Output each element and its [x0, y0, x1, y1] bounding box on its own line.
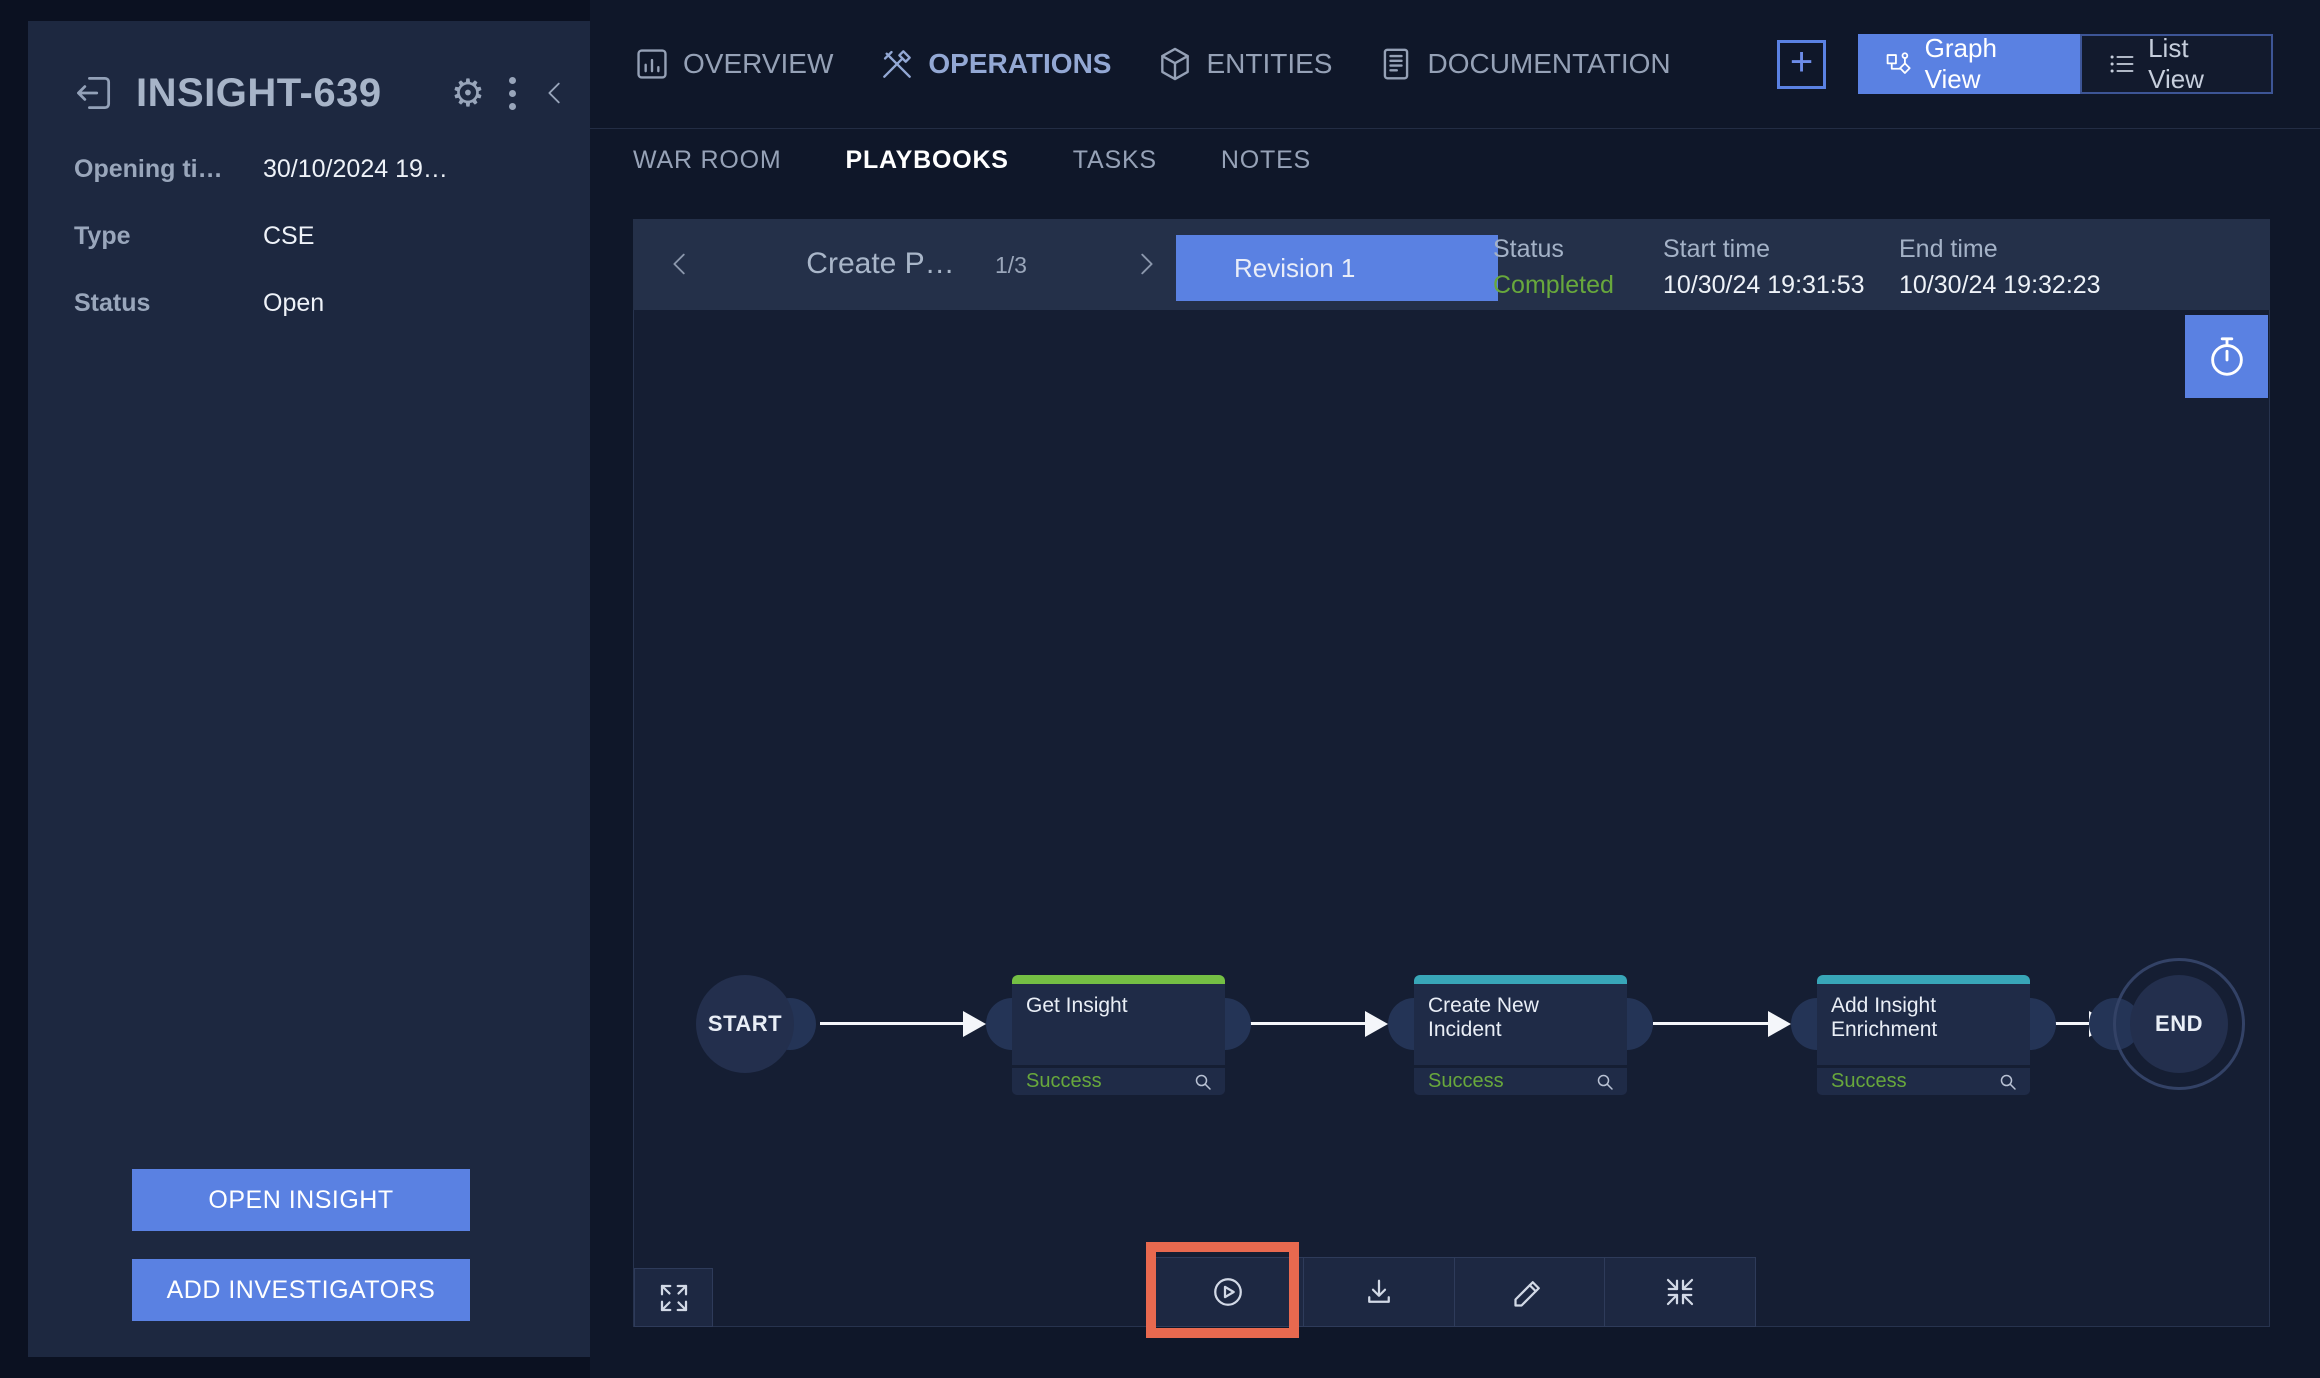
collapse-icon [1662, 1274, 1698, 1310]
playbook-header: Create P… 1/3 Revision 1 Status Complete… [633, 219, 2270, 310]
tab-tasks[interactable]: TASKS [1073, 146, 1157, 175]
bar-chart-icon [633, 45, 671, 83]
sub-nav: WAR ROOM PLAYBOOKS TASKS NOTES [590, 129, 2320, 191]
graph-view-icon [1884, 49, 1913, 79]
add-playbook-button[interactable]: + [1777, 40, 1826, 89]
open-insight-button[interactable]: OPEN INSIGHT [132, 1169, 470, 1231]
field-value: CSE [263, 222, 314, 251]
node-status-strip [1414, 975, 1627, 984]
node-status-strip [1817, 975, 2030, 984]
field-label: Opening ti… [74, 155, 263, 184]
expand-icon [656, 1280, 692, 1316]
tools-icon [878, 45, 916, 83]
node-title: Create New Incident [1414, 984, 1627, 1065]
status-column: Status Completed [1493, 235, 1614, 300]
magnifier-icon[interactable] [1593, 1070, 1617, 1094]
playbook-canvas[interactable]: START END Get Insight Success [633, 310, 2270, 1327]
connector-line [820, 1022, 965, 1025]
tab-playbooks[interactable]: PLAYBOOKS [846, 146, 1009, 175]
download-button[interactable] [1303, 1258, 1454, 1326]
sidebar-header: INSIGHT-639 ⚙ [72, 65, 570, 121]
end-time-label: End time [1899, 235, 2101, 264]
insight-sidebar: INSIGHT-639 ⚙ Opening ti… 30/10/2024 19…… [28, 21, 590, 1357]
tab-documentation[interactable]: DOCUMENTATION [1377, 45, 1670, 83]
field-row: Opening ti… 30/10/2024 19… [74, 155, 560, 184]
connector-arrow [963, 1011, 986, 1037]
cube-icon [1156, 45, 1194, 83]
download-icon [1361, 1274, 1397, 1310]
start-node[interactable]: START [696, 975, 794, 1073]
node-result: Success [1026, 1070, 1102, 1093]
fit-to-screen-button[interactable] [1604, 1258, 1755, 1326]
field-value: Open [263, 289, 324, 318]
connector-line [1250, 1022, 1367, 1025]
timeline-button[interactable] [2185, 315, 2268, 398]
gear-icon[interactable]: ⚙ [451, 74, 485, 112]
insight-fields: Opening ti… 30/10/2024 19… Type CSE Stat… [74, 155, 560, 356]
graph-view-button[interactable]: Graph View [1858, 34, 2080, 94]
view-toggle: Graph View List View [1858, 34, 2273, 94]
chevron-right-icon[interactable] [1131, 249, 1161, 279]
node-get-insight[interactable]: Get Insight Success [1012, 975, 1225, 1095]
status-label: Status [1493, 235, 1614, 264]
connector-line [1653, 1022, 1770, 1025]
tab-overview[interactable]: OVERVIEW [633, 45, 833, 83]
chevron-left-icon[interactable] [665, 249, 695, 279]
node-status-strip [1012, 975, 1225, 984]
node-create-new-incident[interactable]: Create New Incident Success [1414, 975, 1627, 1095]
back-icon[interactable] [72, 71, 116, 115]
app-root: INSIGHT-639 ⚙ Opening ti… 30/10/2024 19…… [0, 0, 2320, 1378]
connector-arrow [1365, 1011, 1388, 1037]
main-region: OVERVIEW OPERATIONS ENTITIES DOCUMENTATI… [590, 0, 2320, 1378]
end-time-value: 10/30/24 19:32:23 [1899, 271, 2101, 300]
tab-entities[interactable]: ENTITIES [1156, 45, 1332, 83]
run-playbook-button[interactable] [1153, 1258, 1303, 1326]
fullscreen-button[interactable] [634, 1268, 713, 1327]
end-time-column: End time 10/30/24 19:32:23 [1899, 235, 2101, 300]
connector-arrow [1768, 1011, 1791, 1037]
kebab-menu-icon[interactable] [507, 75, 518, 112]
field-row: Type CSE [74, 222, 560, 251]
collapse-sidebar-icon[interactable] [540, 78, 570, 108]
revision-button[interactable]: Revision 1 [1176, 235, 1498, 301]
playbook-pager: 1/3 [995, 252, 1027, 279]
top-nav: OVERVIEW OPERATIONS ENTITIES DOCUMENTATI… [590, 0, 2320, 129]
status-value: Completed [1493, 271, 1614, 300]
magnifier-icon[interactable] [1191, 1070, 1215, 1094]
node-result: Success [1428, 1070, 1504, 1093]
list-view-button[interactable]: List View [2080, 34, 2273, 94]
tab-operations[interactable]: OPERATIONS [878, 45, 1111, 83]
pencil-icon [1511, 1274, 1547, 1310]
end-node-label: END [2130, 975, 2228, 1073]
canvas-toolbar [1152, 1257, 1756, 1327]
insight-title: INSIGHT-639 [136, 71, 382, 116]
node-add-insight-enrichment[interactable]: Add Insight Enrichment Success [1817, 975, 2030, 1095]
connector-line [2055, 1022, 2091, 1025]
plus-icon: + [1790, 42, 1813, 82]
start-time-column: Start time 10/30/24 19:31:53 [1663, 235, 1865, 300]
start-time-value: 10/30/24 19:31:53 [1663, 271, 1865, 300]
tab-war-room[interactable]: WAR ROOM [633, 146, 782, 175]
node-result: Success [1831, 1070, 1907, 1093]
play-icon [1210, 1274, 1246, 1310]
node-title: Get Insight [1012, 984, 1225, 1065]
field-label: Status [74, 289, 263, 318]
document-icon [1377, 45, 1415, 83]
stopwatch-icon [2204, 334, 2250, 380]
start-time-label: Start time [1663, 235, 1865, 264]
node-title: Add Insight Enrichment [1817, 984, 2030, 1065]
field-row: Status Open [74, 289, 560, 318]
list-view-icon [2108, 49, 2136, 79]
field-value: 30/10/2024 19… [263, 155, 448, 184]
edit-button[interactable] [1454, 1258, 1605, 1326]
field-label: Type [74, 222, 263, 251]
end-node[interactable]: END [2113, 958, 2245, 1090]
playbook-title: Create P… [773, 247, 988, 281]
magnifier-icon[interactable] [1996, 1070, 2020, 1094]
playbook-panel: Create P… 1/3 Revision 1 Status Complete… [633, 219, 2270, 1327]
add-investigators-button[interactable]: ADD INVESTIGATORS [132, 1259, 470, 1321]
tab-notes[interactable]: NOTES [1221, 146, 1311, 175]
